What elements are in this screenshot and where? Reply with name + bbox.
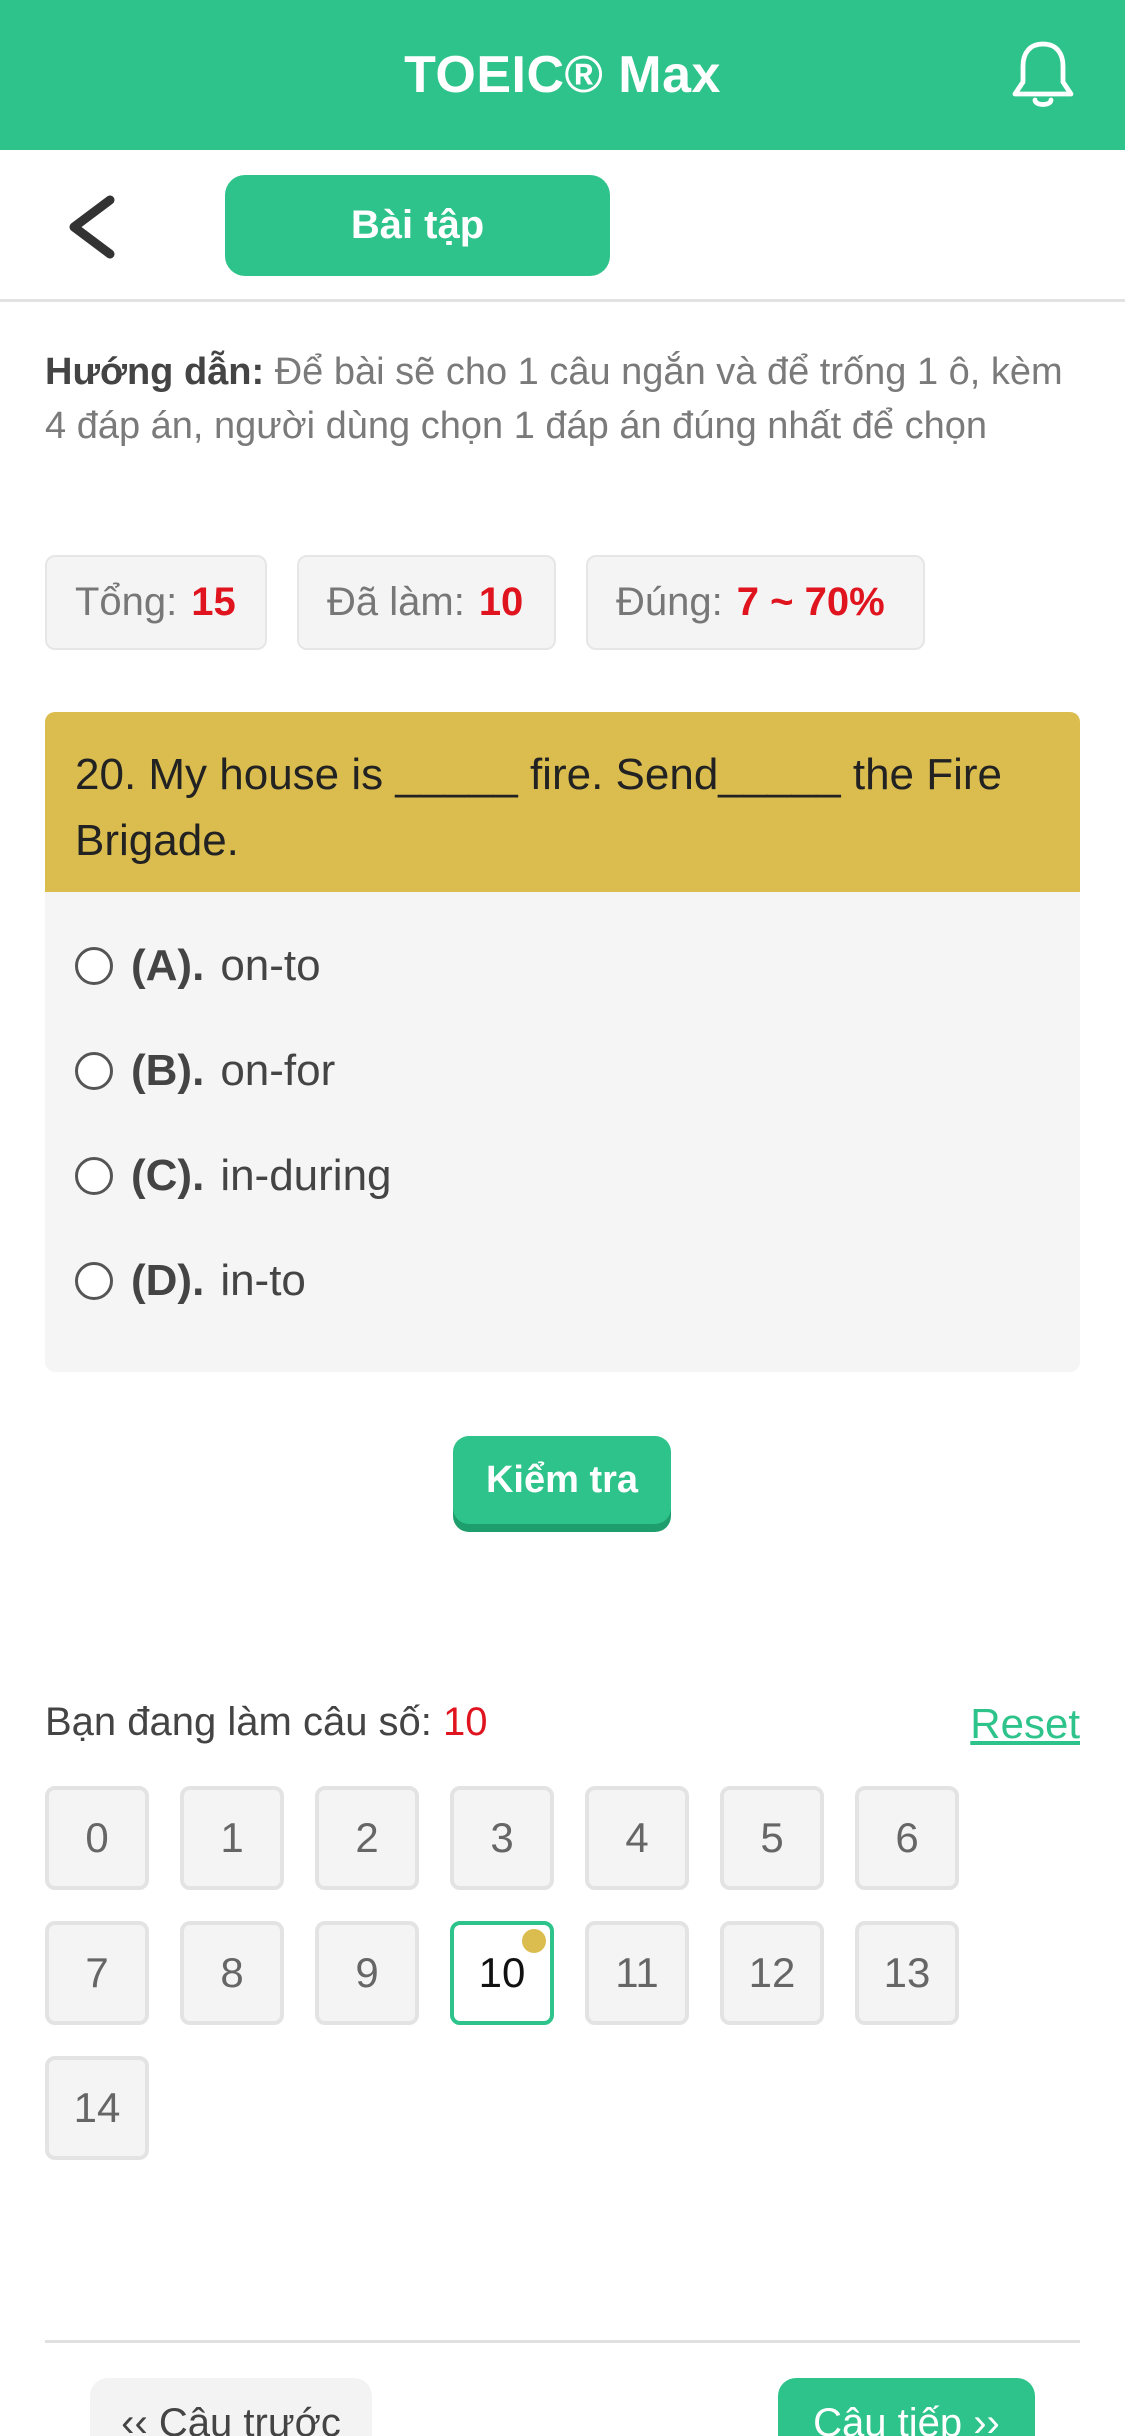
question-number-4[interactable]: 4 (585, 1786, 689, 1890)
current-question-value: 10 (443, 1700, 488, 1744)
question-number-8[interactable]: 8 (180, 1921, 284, 2025)
question-number-14[interactable]: 14 (45, 2056, 149, 2160)
question-number-1[interactable]: 1 (180, 1786, 284, 1890)
question-number-9[interactable]: 9 (315, 1921, 419, 2025)
answered-dot (522, 1929, 546, 1953)
radio-a[interactable] (75, 947, 113, 985)
radio-b[interactable] (75, 1052, 113, 1090)
stat-correct: Đúng: 7 ~ 70% (586, 555, 925, 650)
question-number-label: 10 (478, 1949, 526, 1996)
stat-total: Tổng: 15 (45, 555, 267, 650)
current-question-label: Bạn đang làm câu số: (45, 1700, 432, 1744)
chevron-left-icon[interactable] (62, 194, 120, 260)
reset-link[interactable]: Reset (970, 1700, 1080, 1748)
footer-divider (45, 2340, 1080, 2343)
option-text: on-for (220, 1046, 336, 1095)
stat-correct-value: 7 ~ 70% (736, 580, 885, 624)
instructions: Hướng dẫn: Để bài sẽ cho 1 câu ngắn và đ… (45, 345, 1085, 453)
question-number-0[interactable]: 0 (45, 1786, 149, 1890)
option-a[interactable]: (A). on-to (75, 931, 321, 1001)
question-text: 20. My house is _____ fire. Send_____ th… (45, 712, 1080, 892)
radio-c[interactable] (75, 1157, 113, 1195)
radio-d[interactable] (75, 1262, 113, 1300)
option-letter: (B). (131, 1046, 205, 1095)
current-question: Bạn đang làm câu số: 10 (45, 1700, 488, 1745)
question-number-6[interactable]: 6 (855, 1786, 959, 1890)
tab-exercise[interactable]: Bài tập (225, 175, 610, 276)
question-number-12[interactable]: 12 (720, 1921, 824, 2025)
question-number-11[interactable]: 11 (585, 1921, 689, 2025)
bell-icon[interactable] (1009, 38, 1077, 112)
app-screen: TOEIC® Max Bài tập Hướng dẫn: Để bài sẽ … (0, 0, 1125, 2436)
instructions-label: Hướng dẫn: (45, 351, 265, 393)
option-c[interactable]: (C). in-during (75, 1141, 392, 1211)
option-b[interactable]: (B). on-for (75, 1036, 335, 1106)
question-number-3[interactable]: 3 (450, 1786, 554, 1890)
previous-question-button[interactable]: ‹‹ Câu trước (90, 2378, 372, 2436)
next-question-button[interactable]: Câu tiếp ›› (778, 2378, 1035, 2436)
check-answer-button[interactable]: Kiểm tra (453, 1436, 671, 1524)
sub-navigation: Bài tập (0, 150, 1125, 302)
option-text: on-to (220, 941, 321, 990)
option-letter: (A). (131, 941, 205, 990)
option-letter: (D). (131, 1256, 205, 1305)
question-number-5[interactable]: 5 (720, 1786, 824, 1890)
question-number-2[interactable]: 2 (315, 1786, 419, 1890)
question-card: 20. My house is _____ fire. Send_____ th… (45, 712, 1080, 1372)
app-title: TOEIC® Max (404, 46, 721, 104)
question-number-10-active[interactable]: 10 (450, 1921, 554, 2025)
app-header: TOEIC® Max (0, 0, 1125, 150)
stat-done-label: Đã làm: (327, 580, 465, 624)
option-text: in-to (220, 1256, 306, 1305)
stat-total-label: Tổng: (75, 580, 178, 624)
option-text: in-during (220, 1151, 392, 1200)
question-number-13[interactable]: 13 (855, 1921, 959, 2025)
stat-done: Đã làm: 10 (297, 555, 556, 650)
option-d[interactable]: (D). in-to (75, 1246, 306, 1316)
option-letter: (C). (131, 1151, 205, 1200)
stat-correct-label: Đúng: (616, 580, 723, 624)
question-number-7[interactable]: 7 (45, 1921, 149, 2025)
stat-total-value: 15 (191, 580, 236, 624)
stat-done-value: 10 (478, 580, 524, 624)
